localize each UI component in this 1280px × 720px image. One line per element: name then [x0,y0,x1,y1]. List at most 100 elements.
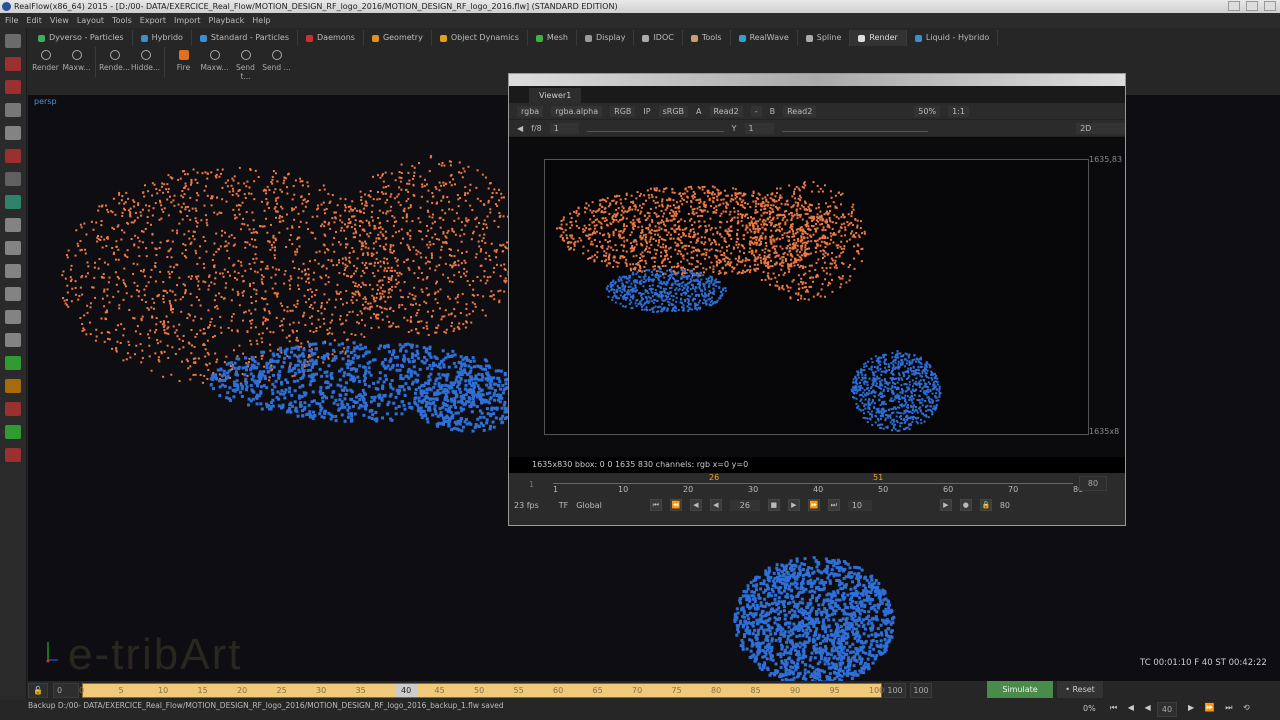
close-button[interactable] [1264,1,1276,11]
tab-viewer1[interactable]: Viewer1 [529,88,582,103]
viewer-option[interactable]: IP [643,107,650,116]
tool-icon[interactable] [5,379,21,393]
play-icon[interactable]: ▶ [787,499,800,511]
timeline-track[interactable] [553,481,1073,484]
tool-icon[interactable] [5,333,21,347]
viewer-option[interactable]: Read2 [709,105,743,117]
transport-icons[interactable]: ⏮ ◀ ◀ [1110,703,1155,713]
tool-icon[interactable] [5,402,21,416]
toolbar-button[interactable]: Send t... [230,47,261,81]
viewer-option[interactable]: 1:1 [948,105,969,117]
last-frame-icon[interactable]: ⏭ [827,499,840,511]
tab-realwave[interactable]: RealWave [731,30,798,46]
toolbar-button[interactable]: Fire [168,47,199,77]
tool-icon[interactable] [5,126,21,140]
toolbar-button[interactable]: Send ... [261,47,292,77]
menu-file[interactable]: File [5,13,18,28]
start-frame-input[interactable]: 0 [53,683,79,698]
viewer-timeline[interactable]: 1 11020304050607080 26 51 80 [509,473,1125,495]
end-frame[interactable]: 80 [1000,501,1010,510]
transport-icons-right[interactable]: ▶ ⏩ ⏭ ⟲ [1188,703,1254,713]
viewer-option[interactable]: B [770,107,776,116]
frame-input[interactable]: 26 [729,499,760,511]
tab-display[interactable]: Display [577,30,635,46]
tab-liquid-hybrido[interactable]: Liquid - Hybrido [907,30,999,46]
tool-icon[interactable] [5,425,21,439]
tool-icon[interactable] [5,356,21,370]
tab-hybrido[interactable]: Hybrido [133,30,192,46]
step-back-icon[interactable]: ◀ [689,499,702,511]
fstop-label[interactable]: f/8 [531,124,542,133]
tab-geometry[interactable]: Geometry [364,30,432,46]
tool-icon[interactable] [5,80,21,94]
toolbar-button[interactable]: Render [30,47,61,77]
timeline-end[interactable]: 80 [1079,476,1107,491]
tab-standard-particles[interactable]: Standard - Particles [192,30,299,46]
step-input[interactable]: 10 [847,499,872,511]
viewer-option[interactable]: RGB [610,105,636,117]
tool-icon[interactable] [5,172,21,186]
minimize-button[interactable] [1228,1,1240,11]
current-frame-input[interactable]: 40 [1157,702,1177,717]
tool-icon[interactable] [5,149,21,163]
viewer-option[interactable]: rgba [517,105,544,117]
reset-button[interactable]: • Reset [1057,681,1103,698]
keyframe-marker[interactable]: 26 [709,473,719,482]
viewer-canvas[interactable]: 1635,83 1635x8 [509,137,1125,457]
viewer-option[interactable]: - [750,105,762,117]
menu-help[interactable]: Help [252,13,270,28]
lock-icon[interactable]: 🔒 [979,499,992,511]
menu-view[interactable]: View [50,13,69,28]
menu-import[interactable]: Import [174,13,201,28]
play-backward-icon[interactable]: ◀ [709,499,722,511]
next-key-icon[interactable]: ⏩ [807,499,820,511]
max-frame-input[interactable]: 100 [910,683,932,698]
tab-spline[interactable]: Spline [798,30,851,46]
tool-icon[interactable] [5,34,21,48]
end-frame-input[interactable]: 100 [884,683,906,698]
viewer-option[interactable]: rgba.alpha [551,105,603,117]
tool-icon[interactable] [5,195,21,209]
toolbar-button[interactable]: Rende... [99,47,130,77]
maximize-button[interactable] [1246,1,1258,11]
main-timeline[interactable]: 0 5 10 15 20 25 30 35 40 45 50 55 60 65 70 75 80 85 90 95 10… [79,683,884,698]
menu-playback[interactable]: Playback [209,13,245,28]
tab-daemons[interactable]: Daemons [298,30,364,46]
tab-idoc[interactable]: IDOC [634,30,683,46]
toolbar-button[interactable]: Maxw... [61,47,92,77]
flipbook-icon[interactable]: ▶ [939,499,952,511]
menu-export[interactable]: Export [140,13,166,28]
keyframe-marker[interactable]: 51 [873,473,883,482]
tool-icon[interactable] [5,448,21,462]
viewer-option[interactable]: Read2 [783,105,817,117]
tf-dropdown[interactable]: TF [559,501,569,510]
viewer-option[interactable]: sRGB [658,105,689,117]
global-dropdown[interactable]: Global [576,501,602,510]
prev-key-icon[interactable]: ⏪ [669,499,682,511]
simulate-button[interactable]: Simulate [987,681,1053,698]
menu-tools[interactable]: Tools [112,13,132,28]
toolbar-button[interactable]: Maxw... [199,47,230,77]
gamma-input[interactable]: 1 [744,122,774,134]
tool-icon[interactable] [5,57,21,71]
menu-layout[interactable]: Layout [77,13,104,28]
lock-icon[interactable]: 🔓 [28,683,48,698]
prev-fstop-icon[interactable]: ◀ [517,124,523,133]
tab-dyverso-particles[interactable]: Dyverso - Particles [30,30,133,46]
first-frame-icon[interactable]: ⏮ [649,499,662,511]
tool-icon[interactable] [5,287,21,301]
tab-object-dynamics[interactable]: Object Dynamics [432,30,528,46]
menu-edit[interactable]: Edit [26,13,42,28]
tab-tools[interactable]: Tools [683,30,731,46]
stop-icon[interactable]: ■ [767,499,780,511]
tool-icon[interactable] [5,218,21,232]
viewer-option[interactable]: 50% [914,105,941,117]
gamma-slider[interactable] [781,124,929,132]
view-mode-dropdown[interactable]: 2D [1076,122,1125,134]
tool-icon[interactable] [5,264,21,278]
tool-icon[interactable] [5,241,21,255]
tool-icon[interactable] [5,103,21,117]
gain-input[interactable]: 1 [549,122,580,134]
tab-mesh[interactable]: Mesh [528,30,577,46]
tool-icon[interactable] [5,310,21,324]
